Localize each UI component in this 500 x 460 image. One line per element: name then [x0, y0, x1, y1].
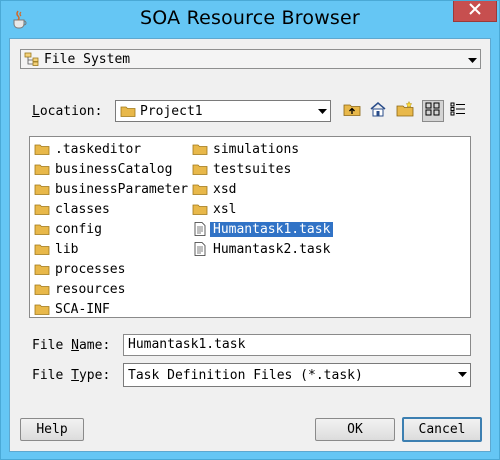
close-button[interactable] [453, 1, 497, 22]
folder-icon [120, 104, 136, 118]
file-name-input[interactable]: Humantask1.task [123, 334, 471, 356]
list-view-button[interactable] [422, 100, 444, 122]
list-item-folder[interactable]: .taskeditor [34, 139, 142, 159]
document-icon [192, 242, 208, 256]
folder-icon [34, 142, 50, 156]
file-system-icon [24, 52, 40, 66]
home-button[interactable] [367, 100, 389, 122]
close-icon [469, 3, 481, 19]
folder-icon [34, 262, 50, 276]
list-item-folder[interactable]: testsuites [192, 159, 292, 179]
up-folder-button[interactable] [341, 100, 363, 122]
list-item-folder[interactable]: lib [34, 239, 79, 259]
file-type-value: Task Definition Files (*.task) [128, 367, 363, 383]
list-item-folder[interactable]: simulations [192, 139, 300, 159]
folder-icon [34, 302, 50, 316]
list-item-file-selected[interactable]: Humantask1.task [192, 219, 335, 239]
list-item-folder[interactable]: processes [34, 259, 126, 279]
dialog-window: SOA Resource Browser File System Locatio… [0, 0, 500, 460]
new-folder-icon [396, 100, 414, 121]
new-folder-button[interactable] [394, 100, 416, 122]
list-item-folder[interactable]: businessParameter [34, 179, 189, 199]
chevron-down-icon[interactable] [464, 50, 480, 70]
folder-icon [34, 162, 50, 176]
folder-icon [192, 142, 208, 156]
folder-icon [192, 162, 208, 176]
chevron-down-icon[interactable] [314, 101, 330, 121]
folder-icon [34, 282, 50, 296]
folder-icon [34, 202, 50, 216]
up-folder-icon [343, 101, 361, 121]
document-icon [192, 222, 208, 236]
list-item-folder[interactable]: xsl [192, 199, 237, 219]
list-item-folder[interactable]: config [34, 219, 103, 239]
list-view-icon [425, 102, 441, 120]
title-bar[interactable]: SOA Resource Browser [1, 1, 499, 37]
list-item-folder[interactable]: resources [34, 279, 126, 299]
ok-button[interactable]: OK [315, 418, 395, 441]
list-item-folder[interactable]: SCA-INF [34, 299, 111, 319]
location-label: Location: [32, 104, 103, 119]
list-item-folder[interactable]: businessCatalog [34, 159, 173, 179]
source-dropdown-value: File System [44, 51, 131, 67]
list-item-file[interactable]: Humantask2.task [192, 239, 331, 259]
location-dropdown[interactable]: Project1 [115, 100, 331, 122]
folder-icon [34, 242, 50, 256]
help-button[interactable]: Help [20, 418, 84, 441]
list-item-folder[interactable]: xsd [192, 179, 237, 199]
list-item-folder[interactable]: classes [34, 199, 111, 219]
cancel-button[interactable]: Cancel [402, 417, 482, 442]
dialog-body: File System Location: Project1 .taskedit… [9, 38, 491, 452]
folder-icon [192, 182, 208, 196]
file-type-label: File Type: [32, 368, 111, 383]
file-list[interactable]: .taskeditor businessCatalog businessPara… [29, 136, 471, 318]
source-dropdown[interactable]: File System [20, 49, 481, 69]
details-view-icon [450, 102, 466, 120]
window-title: SOA Resource Browser [140, 7, 360, 29]
file-type-dropdown[interactable]: Task Definition Files (*.task) [123, 363, 471, 387]
folder-icon [34, 182, 50, 196]
home-icon [369, 101, 387, 121]
details-view-button[interactable] [447, 100, 469, 122]
file-name-label: File Name: [32, 338, 111, 353]
location-value: Project1 [140, 103, 203, 119]
folder-icon [34, 222, 50, 236]
chevron-down-icon[interactable] [454, 364, 470, 384]
folder-icon [192, 202, 208, 216]
